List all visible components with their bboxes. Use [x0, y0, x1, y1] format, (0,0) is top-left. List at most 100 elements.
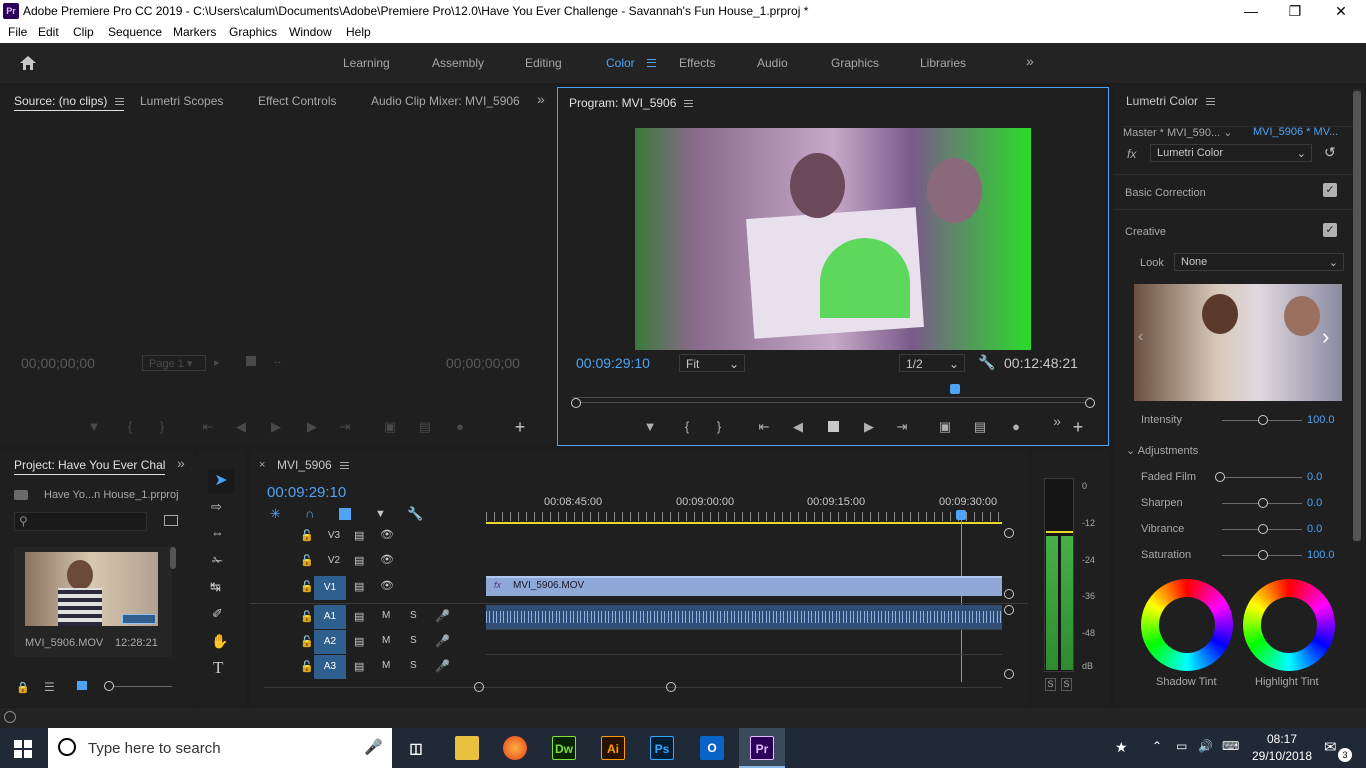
program-current-timecode[interactable]: 00:09:29:10 — [576, 355, 650, 371]
workspace-editing[interactable]: Editing — [525, 56, 562, 70]
snap-icon[interactable]: ∩ — [305, 506, 314, 521]
lock-track-a2-icon[interactable]: 🔓 — [300, 635, 314, 648]
new-bin-icon[interactable] — [164, 515, 178, 526]
source-mark-out-icon[interactable]: } — [153, 419, 171, 434]
task-view-icon[interactable]: ◫ — [404, 736, 428, 760]
eye-v2-icon[interactable]: 👁 — [380, 553, 394, 566]
effect-dropdown[interactable]: Lumetri Color ⌄ — [1150, 144, 1312, 162]
sync-lock-v1-icon[interactable]: ▤ — [354, 580, 364, 593]
firefox-icon[interactable] — [503, 736, 527, 760]
wrench-icon[interactable]: 🔧 — [978, 354, 995, 371]
more-tabs-icon[interactable]: » — [537, 91, 545, 107]
timeline-zoom-left-handle[interactable] — [474, 682, 484, 692]
work-area-bar[interactable] — [486, 522, 1002, 524]
resolution-dropdown[interactable]: 1/2 ⌄ — [899, 354, 965, 372]
reset-icon[interactable]: ↺ — [1324, 144, 1336, 161]
source-play-button[interactable]: ▶ — [267, 419, 285, 435]
source-step-back-icon[interactable]: ◀ — [232, 419, 250, 435]
mute-a2-button[interactable]: M — [382, 635, 390, 646]
eye-v1-icon[interactable]: 👁 — [380, 579, 394, 592]
tab-lumetri-scopes[interactable]: Lumetri Scopes — [140, 94, 223, 108]
mic-a3-icon[interactable]: 🎤 — [435, 659, 450, 673]
sequence-menu-icon[interactable] — [339, 462, 349, 470]
photoshop-icon[interactable]: Ps — [650, 736, 674, 760]
vibrance-value[interactable]: 0.0 — [1307, 523, 1322, 535]
intensity-value[interactable]: 100.0 — [1307, 414, 1335, 426]
track-a3[interactable]: A3 — [314, 655, 346, 679]
menu-clip[interactable]: Clip — [73, 25, 94, 39]
extract-icon[interactable]: ▤ — [971, 419, 989, 435]
icon-view-icon[interactable] — [77, 681, 87, 690]
source-fit-icon[interactable]: ↔ — [272, 355, 283, 367]
panel-menu-icon[interactable] — [115, 98, 125, 106]
outlook-icon[interactable]: O — [700, 736, 724, 760]
workspace-assembly[interactable]: Assembly — [432, 56, 484, 70]
lock-track-a3-icon[interactable]: 🔓 — [300, 660, 314, 673]
tab-audio-clip-mixer[interactable]: Audio Clip Mixer: MVI_5906 — [371, 94, 520, 108]
creative-section[interactable]: Creative ✓ — [1114, 216, 1354, 246]
zoom-dropdown[interactable]: Fit ⌄ — [679, 354, 745, 372]
source-insert-icon[interactable]: ▣ — [381, 419, 399, 435]
tab-project[interactable]: Project: Have You Ever Chal — [14, 458, 166, 475]
file-explorer-icon[interactable] — [455, 736, 479, 760]
lock-icon[interactable]: 🔒 — [16, 681, 30, 694]
slip-tool-icon[interactable]: ↹ — [210, 579, 221, 595]
timeline-zoom-right-handle[interactable] — [666, 682, 676, 692]
solo-right-button[interactable]: S — [1061, 678, 1072, 691]
source-mark-in-icon[interactable]: { — [121, 419, 139, 434]
project-scrollbar[interactable] — [170, 547, 176, 569]
menu-help[interactable]: Help — [346, 25, 371, 39]
track-a1[interactable]: A1 — [314, 605, 346, 629]
track-a2[interactable]: A2 — [314, 630, 346, 654]
mic-a2-icon[interactable]: 🎤 — [435, 634, 450, 648]
sequence-clip-selector[interactable]: MVI_5906 * MV... — [1253, 126, 1338, 138]
project-clip-item[interactable]: MVI_5906.MOV 12:28:21 — [14, 547, 172, 657]
track-v2[interactable]: V2 — [322, 552, 346, 570]
look-next-icon[interactable]: › — [1322, 324, 1329, 350]
project-search-input[interactable]: ⚲ — [14, 512, 147, 531]
sync-lock-v2-icon[interactable]: ▤ — [354, 554, 364, 567]
linked-selection-icon[interactable] — [339, 508, 351, 520]
menu-sequence[interactable]: Sequence — [108, 25, 162, 39]
sync-lock-a1-icon[interactable]: ▤ — [354, 610, 364, 623]
lock-track-a1-icon[interactable]: 🔓 — [300, 610, 314, 623]
nest-icon[interactable]: ✳ — [270, 506, 281, 522]
close-sequence-icon[interactable]: × — [259, 459, 265, 471]
selection-tool-icon[interactable]: ➤ — [208, 469, 234, 493]
sync-lock-v3-icon[interactable]: ▤ — [354, 529, 364, 542]
workspace-audio[interactable]: Audio — [757, 56, 788, 70]
v-scroll-top-handle[interactable] — [1004, 528, 1014, 538]
menu-window[interactable]: Window — [289, 25, 332, 39]
tab-sequence[interactable]: MVI_5906 — [277, 458, 349, 472]
illustrator-icon[interactable]: Ai — [601, 736, 625, 760]
track-v3[interactable]: V3 — [322, 527, 346, 545]
add-marker-icon[interactable]: ▼ — [641, 419, 659, 434]
lock-track-v1-icon[interactable]: 🔓 — [300, 580, 314, 593]
program-playhead[interactable] — [949, 384, 960, 394]
program-menu-icon[interactable] — [684, 100, 694, 108]
more-workspaces-icon[interactable]: » — [1026, 53, 1034, 69]
type-tool-icon[interactable]: T — [213, 658, 223, 678]
zoom-slider[interactable] — [104, 681, 114, 691]
workspace-color[interactable]: Color — [606, 56, 635, 70]
source-step-forward-icon[interactable]: ▶ — [303, 419, 321, 435]
page-dropdown[interactable]: Page 1 ▾ — [142, 355, 206, 371]
source-stop-icon[interactable] — [246, 356, 256, 366]
go-to-out-icon[interactable]: ⇥ — [893, 419, 911, 435]
source-overwrite-icon[interactable]: ▤ — [416, 419, 434, 435]
lift-icon[interactable]: ▣ — [936, 419, 954, 435]
add-button-icon[interactable]: + — [1069, 417, 1087, 438]
hand-tool-icon[interactable]: ✋ — [211, 633, 228, 650]
mute-a1-button[interactable]: M — [382, 610, 390, 621]
solo-left-button[interactable]: S — [1045, 678, 1056, 691]
shadow-tint-wheel[interactable] — [1141, 579, 1233, 671]
program-scrub-bar[interactable] — [576, 402, 1088, 403]
solo-a2-button[interactable]: S — [410, 635, 417, 646]
stop-button[interactable] — [828, 421, 839, 432]
step-forward-icon[interactable]: ▶ — [860, 419, 878, 435]
adjustments-section[interactable]: ⌄ Adjustments — [1126, 444, 1198, 457]
project-more-icon[interactable]: » — [177, 455, 185, 471]
timeline-settings-icon[interactable]: 🔧 — [407, 506, 423, 522]
people-icon[interactable]: ★ — [1115, 739, 1128, 756]
program-zoom-right-handle[interactable] — [1085, 398, 1095, 408]
